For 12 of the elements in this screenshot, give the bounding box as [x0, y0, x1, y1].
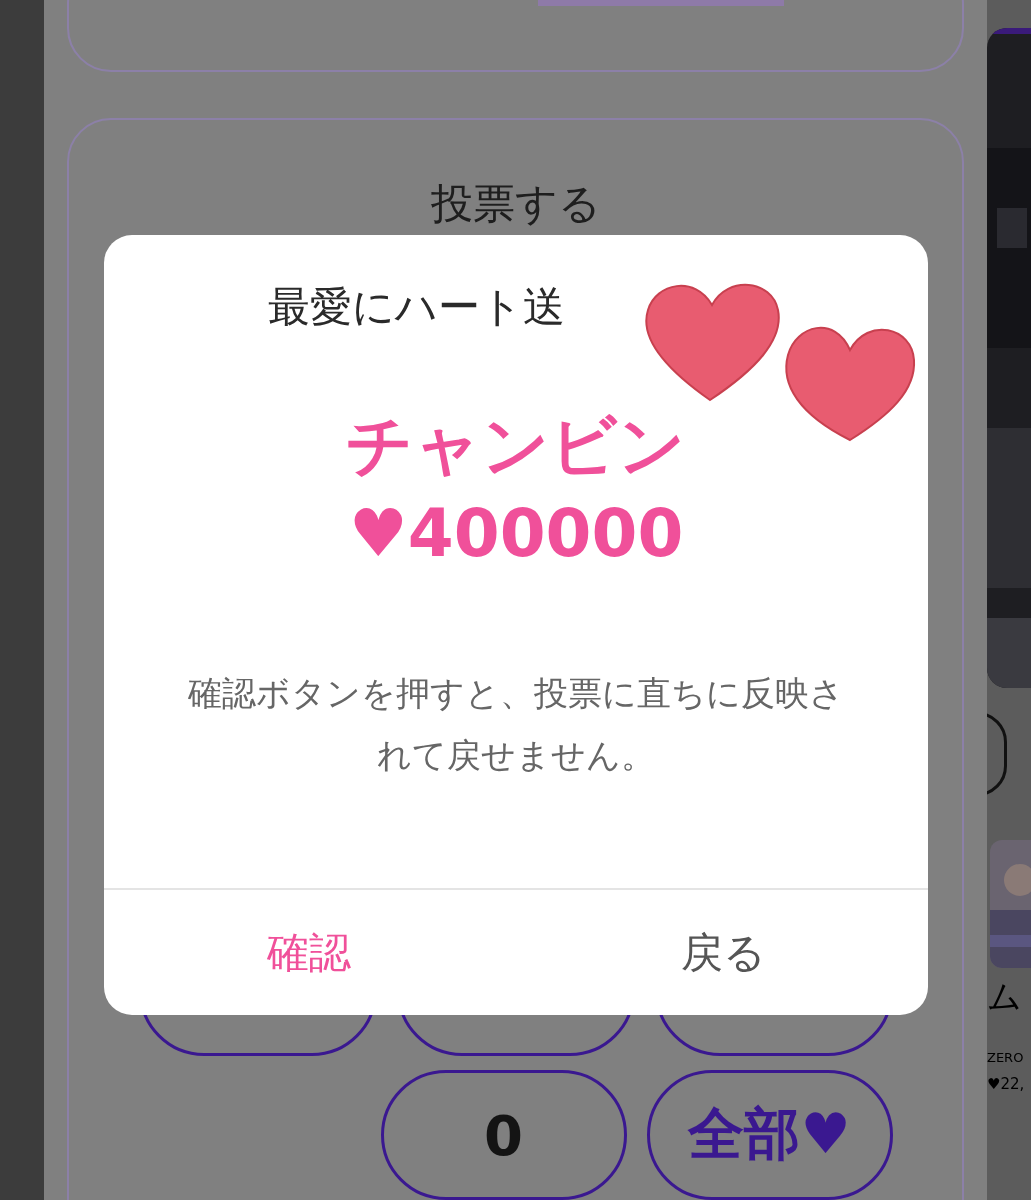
- member-name: ム: [987, 975, 1022, 1018]
- heart-amount: ♥400000: [348, 495, 684, 572]
- dialog-title: 最愛にハート送: [268, 281, 565, 333]
- count-field[interactable]: 0: [380, 1070, 627, 1200]
- heart-count: ♥22,: [987, 1075, 1025, 1093]
- all-hearts-button[interactable]: 全部♥: [646, 1070, 893, 1200]
- back-button[interactable]: 戻る: [518, 890, 928, 1015]
- dialog-message: 確認ボタンを押すと、投票に直ちに反映されて戻せません。: [187, 672, 845, 777]
- member-name: チャンビン: [346, 406, 686, 486]
- section-title: 投票する: [430, 180, 601, 228]
- confirm-button[interactable]: 確認: [104, 890, 518, 1015]
- group-name: ZERO: [987, 1050, 1024, 1065]
